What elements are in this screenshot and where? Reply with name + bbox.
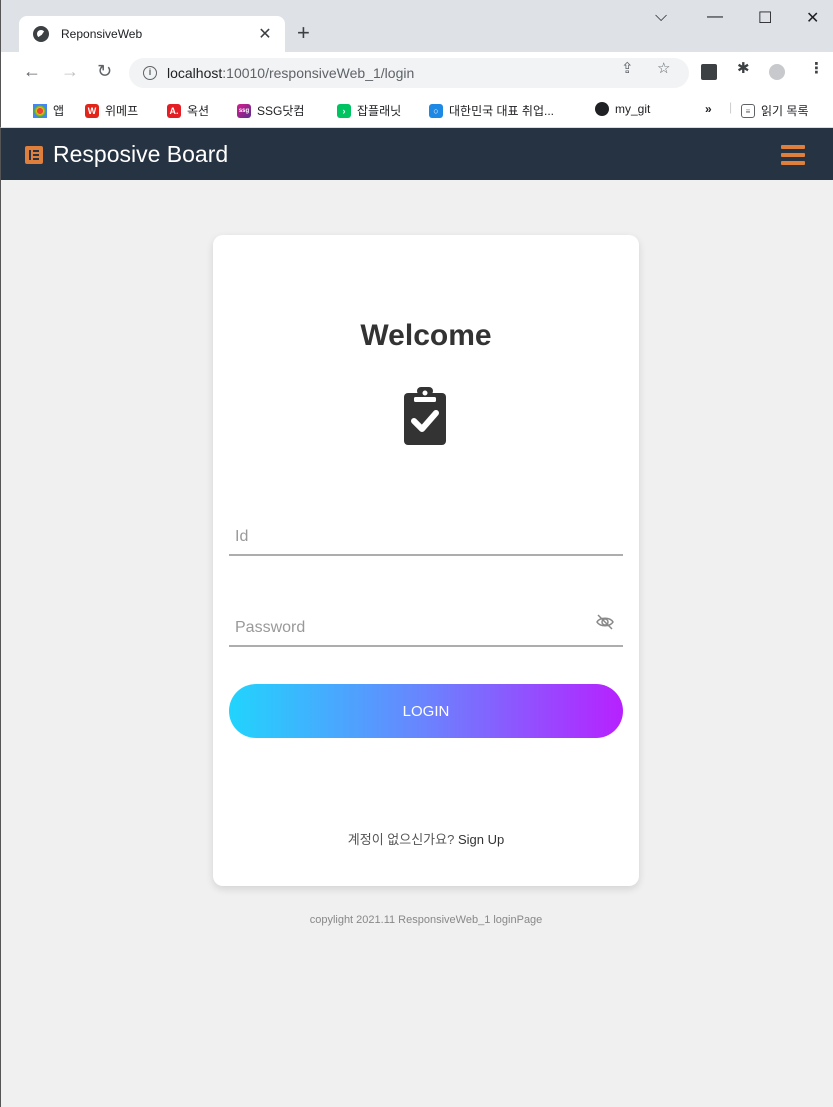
menu-dots-icon[interactable]: ⋮ [809, 59, 824, 77]
signup-link[interactable]: Sign Up [458, 832, 504, 847]
id-input[interactable] [229, 510, 623, 554]
eye-slash-icon[interactable] [595, 613, 615, 631]
github-icon [595, 102, 609, 116]
page-body: Resposive Board Welcome LOGIN 계정 [0, 128, 833, 1107]
address-bar[interactable]: i localhost:10010/responsiveWeb_1/login [129, 58, 689, 88]
auction-icon: A. [167, 103, 181, 118]
url-text: localhost:10010/responsiveWeb_1/login [167, 65, 415, 81]
reading-list-button[interactable]: ≡ 읽기 목록 [741, 102, 809, 119]
browser-tab[interactable]: ReponsiveWeb ✕ [19, 16, 285, 52]
site-navbar: Resposive Board [1, 128, 833, 180]
info-icon[interactable]: i [143, 66, 157, 80]
close-window-icon[interactable]: ✕ [806, 8, 819, 28]
bookmark-job-portal[interactable]: ○ 대한민국 대표 취업... [429, 102, 554, 119]
signup-row: 계정이 없으신가요? Sign Up [213, 829, 639, 848]
clipboard-check-icon [404, 387, 446, 445]
profile-avatar-icon[interactable] [769, 64, 785, 80]
bookmark-jobplanet[interactable]: › 잡플래닛 [337, 102, 401, 119]
login-button[interactable]: LOGIN [229, 684, 623, 738]
bookmark-apps[interactable]: 앱 [33, 102, 64, 119]
bookmark-divider: | [729, 100, 733, 114]
jobplanet-icon: › [337, 103, 351, 118]
bookmark-github[interactable]: my_git [595, 102, 650, 116]
globe-icon [33, 26, 49, 42]
close-tab-icon[interactable]: ✕ [255, 24, 275, 44]
forward-icon[interactable]: → [61, 61, 79, 82]
chat-bubble-icon: ○ [429, 103, 443, 118]
brand-title[interactable]: Resposive Board [53, 141, 228, 168]
tab-title: ReponsiveWeb [61, 27, 143, 41]
extension-icon[interactable] [701, 64, 717, 80]
more-bookmarks-button[interactable]: » [705, 102, 712, 116]
maximize-icon[interactable]: ☐ [758, 8, 772, 28]
tab-search-icon[interactable]: ⌵ [655, 8, 667, 26]
bookmark-auction[interactable]: A. 옥션 [167, 102, 209, 119]
reload-icon[interactable]: ↻ [97, 61, 112, 82]
back-icon[interactable]: ← [23, 61, 41, 82]
elementor-logo-icon[interactable] [25, 146, 43, 164]
bookmark-ssg[interactable]: ssg SSG닷컴 [237, 102, 304, 119]
puzzle-icon[interactable]: ✱ [737, 59, 750, 77]
bookmark-wemakeprice[interactable]: W 위메프 [85, 102, 138, 119]
hamburger-menu-icon[interactable] [781, 145, 805, 165]
apps-grid-icon [33, 103, 47, 118]
reading-list-icon: ≡ [741, 103, 755, 118]
new-tab-icon[interactable]: + [297, 22, 310, 44]
signup-prompt: 계정이 없으신가요? [347, 832, 458, 847]
wemakeprice-icon: W [85, 103, 99, 118]
ssg-icon: ssg [237, 103, 251, 118]
browser-toolbar: ← → ↻ i localhost:10010/responsiveWeb_1/… [0, 52, 833, 92]
password-field [229, 601, 623, 647]
id-field [229, 510, 623, 556]
minimize-icon[interactable]: — [707, 8, 723, 26]
password-input[interactable] [229, 601, 623, 645]
bookmark-star-icon[interactable]: ☆ [657, 59, 670, 77]
copyright-text: copylight 2021.11 ResponsiveWeb_1 loginP… [309, 914, 543, 926]
welcome-heading: Welcome [360, 319, 492, 352]
bookmarks-bar: 앱 W 위메프 A. 옥션 ssg SSG닷컴 › 잡플래닛 ○ 대한민국 대표… [0, 92, 833, 128]
browser-tabstrip: ReponsiveWeb ✕ + ⌵ — ☐ ✕ [0, 0, 833, 52]
login-card: Welcome LOGIN 계정이 없으신가요? Sign Up [213, 235, 639, 886]
share-icon[interactable]: ⇪ [621, 59, 634, 77]
